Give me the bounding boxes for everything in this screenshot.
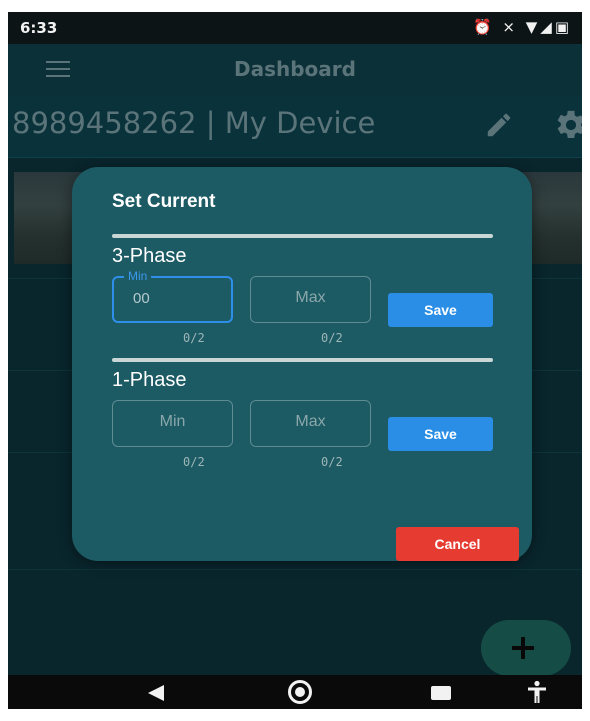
- three-phase-max-input[interactable]: Max: [250, 276, 371, 323]
- three-phase-min-counter: 0/2: [183, 331, 205, 345]
- one-phase-label: 1-Phase: [112, 369, 187, 391]
- dialog-title: Set Current: [112, 191, 216, 212]
- status-time: 6:33: [20, 19, 58, 37]
- one-phase-min-placeholder: Min: [159, 413, 186, 430]
- three-phase-min-label: Min: [124, 269, 152, 283]
- three-phase-max-counter: 0/2: [321, 331, 343, 345]
- section-divider: [112, 234, 493, 238]
- three-phase-max-placeholder: Max: [295, 289, 326, 306]
- three-phase-min-input[interactable]: Min 00: [112, 269, 233, 323]
- status-bar: 6:33 ⏰ ⨯ ▼◢▣: [8, 12, 582, 44]
- one-phase-max-input[interactable]: Max: [250, 400, 371, 447]
- one-phase-min-counter: 0/2: [183, 455, 205, 469]
- recents-icon[interactable]: [431, 686, 451, 700]
- back-icon[interactable]: [146, 684, 166, 702]
- one-phase-max-counter: 0/2: [321, 455, 343, 469]
- set-current-dialog: Set Current 3-Phase Min 00 0/2 Max 0/2 S…: [72, 167, 532, 561]
- phone-screen: 6:33 ⏰ ⨯ ▼◢▣ Dashboard 8989458262 | My D…: [8, 12, 582, 709]
- section-divider: [112, 358, 493, 362]
- home-icon[interactable]: [288, 680, 312, 704]
- status-icons: ⏰ ⨯ ▼◢▣: [472, 18, 572, 36]
- cancel-button[interactable]: Cancel: [396, 527, 519, 561]
- accessibility-icon[interactable]: [526, 680, 548, 704]
- three-phase-label: 3-Phase: [112, 245, 187, 267]
- three-phase-min-value: 00: [133, 290, 150, 307]
- one-phase-min-input[interactable]: Min: [112, 400, 233, 447]
- one-phase-save-button[interactable]: Save: [388, 417, 493, 451]
- three-phase-save-button[interactable]: Save: [388, 293, 493, 327]
- one-phase-max-placeholder: Max: [295, 413, 326, 430]
- system-nav-bar: [8, 675, 582, 709]
